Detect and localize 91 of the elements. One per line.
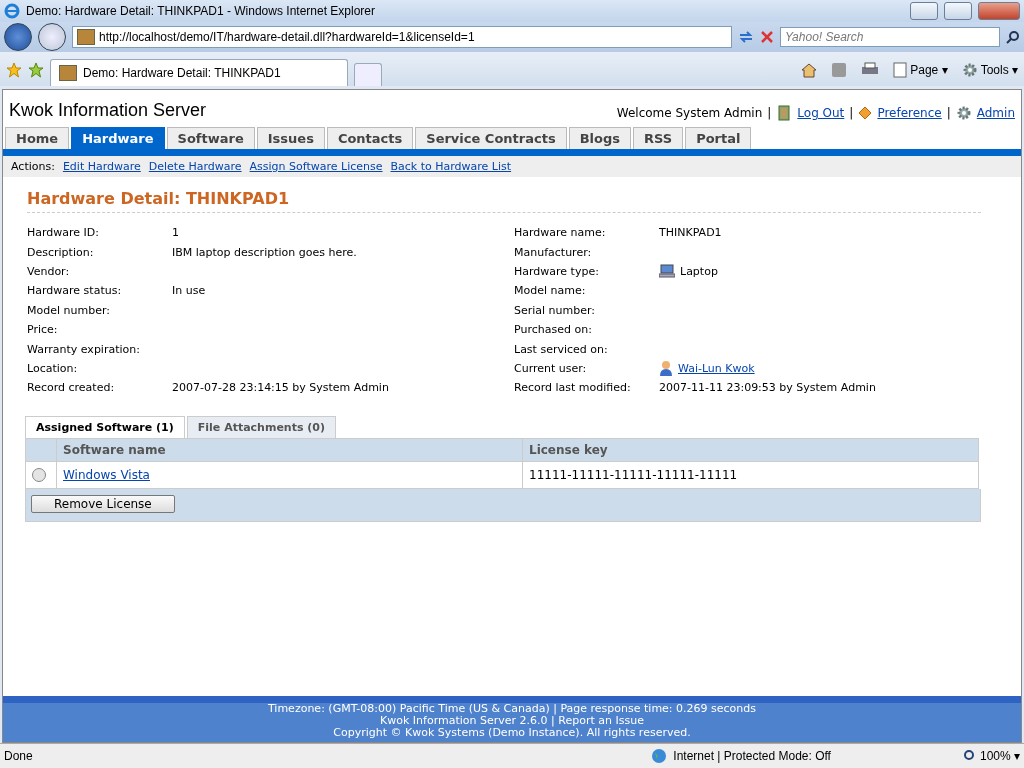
field-label: Warranty expiration: [27,342,141,356]
field-value: 2007-11-11 23:09:53 by System Admin [659,381,877,395]
nav-tab[interactable]: Software [166,127,255,149]
minimize-button[interactable] [910,2,938,20]
actions-label: Actions: [11,160,55,173]
field-value: THINKPAD1 [659,226,723,240]
field-label: Description: [27,245,95,259]
license-key-cell: 11111-11111-11111-11111-11111 [522,461,979,488]
footer-text: Kwok Information Server 2.6.0 | Report an Issue [379,715,645,727]
action-link[interactable]: Assign Software License [249,160,383,173]
maximize-button[interactable] [944,2,972,20]
field-label: Model number: [27,303,111,317]
user-link[interactable]: Wai-Lun Kwok [678,361,755,375]
back-button[interactable] [4,23,32,51]
field-label: Location: [27,361,79,375]
refresh-icon[interactable] [738,29,754,45]
action-link[interactable]: Back to Hardware List [390,160,512,173]
nav-tab[interactable]: Service Contracts [415,127,567,149]
field-label: Record created: [27,381,116,395]
action-link[interactable]: Edit Hardware [62,160,141,173]
page-icon [77,29,95,45]
gear-icon [955,105,972,121]
header-link[interactable]: Admin [976,106,1015,120]
nav-tab[interactable]: RSS [632,127,684,149]
laptop-icon [659,264,675,279]
action-link[interactable]: Delete Hardware [148,160,242,173]
separator: | [767,106,772,120]
page-heading: Hardware Detail: THINKPAD1 [27,189,981,213]
separator: | [849,106,854,120]
person-icon [659,360,673,377]
search-field[interactable]: Yahoo! Search [780,27,1000,47]
page-menu[interactable]: Page ▾ [893,62,948,78]
address-field[interactable]: http://localhost/demo/IT/hardware-detail.dll?hardwareId=1&licenseId=1 [72,26,732,48]
welcome-text: Welcome System Admin [616,106,763,120]
field-value: IBM laptop description goes here. [172,245,358,259]
footer-text: Timezone: (GMT-08:00) Pacific Time (US & Canada) | Page response time: 0.269 seconds [266,703,757,715]
field-value: In use [172,284,207,298]
forward-button[interactable] [38,23,66,51]
separator: | [946,106,951,120]
nav-tab[interactable]: Portal [685,127,752,149]
footer-text: Copyright © Kwok Systems (Demo Instance). All rights reserved. [332,727,692,739]
new-tab-button[interactable] [354,63,382,86]
diamond-icon [858,106,873,120]
field-value: 2007-07-28 23:14:15 by System Admin [172,381,390,395]
add-star-icon[interactable] [28,62,44,78]
field-value: Laptop [680,264,718,278]
site-title: Kwok Information Server [9,100,207,121]
remove-license-button[interactable]: Remove License [31,494,175,513]
nav-tab[interactable]: Issues [256,127,325,149]
nav-tab[interactable]: Blogs [568,127,631,149]
field-label: Serial number: [514,303,597,317]
browser-logo-icon [4,3,20,19]
field-label: Record last modified: [514,381,632,395]
field-label: Hardware status: [27,284,123,298]
field-label: Manufacturer: [514,245,593,259]
field-label: Hardware type: [514,264,600,278]
close-button[interactable] [978,2,1020,20]
field-label: Model name: [514,284,587,298]
home-icon[interactable] [801,62,818,78]
search-icon[interactable] [1006,30,1020,44]
status-text: Done [4,749,33,763]
header-link[interactable]: Preference [877,106,942,120]
globe-icon [651,748,668,764]
gear-icon [961,62,978,78]
field-label: Hardware ID: [27,226,101,240]
field-label: Price: [27,323,59,337]
detail-tab[interactable]: File Attachments (0) [186,415,337,438]
nav-tab[interactable]: Home [5,127,70,149]
window-title: Demo: Hardware Detail: THINKPAD1 - Windows Internet Explorer [26,4,376,18]
software-link[interactable]: Windows Vista [63,467,150,482]
row-radio[interactable] [32,467,46,482]
nav-tab[interactable]: Hardware [71,127,165,149]
url-text: http://localhost/demo/IT/hardware-detail.dll?hardwareId=1&licenseId=1 [99,30,475,44]
zoom-button[interactable]: 100% ▾ [962,749,1020,763]
detail-tab[interactable]: Assigned Software (1) [25,415,185,438]
field-label: Current user: [514,361,588,375]
nav-tab[interactable]: Contacts [326,127,414,149]
zone-text: Internet | Protected Mode: Off [673,749,831,763]
tools-menu[interactable]: Tools ▾ [961,62,1018,78]
field-label: Last serviced on: [514,342,609,356]
field-label: Vendor: [27,264,71,278]
stop-icon[interactable] [760,30,774,44]
header-link[interactable]: Log Out [797,106,845,120]
field-value: 1 [172,226,180,240]
page-icon [893,62,908,78]
field-label: Hardware name: [514,226,607,240]
field-label: Purchased on: [514,323,593,337]
browser-tab[interactable]: Demo: Hardware Detail: THINKPAD1 [50,59,348,86]
star-icon[interactable] [6,62,22,78]
door-icon [776,105,793,121]
magnifier-icon [962,749,977,763]
